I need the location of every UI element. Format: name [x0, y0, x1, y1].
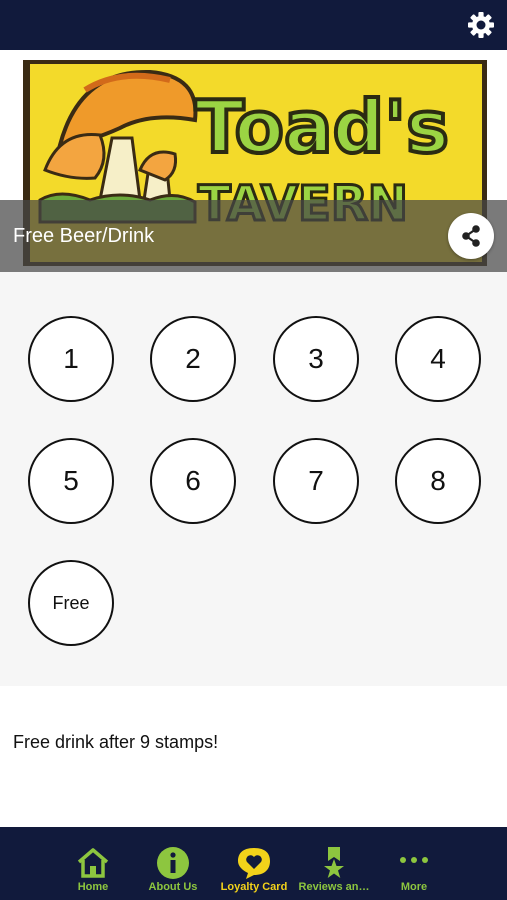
tab-about-us-label: About Us: [148, 881, 198, 893]
stamp-3[interactable]: 3: [273, 316, 359, 402]
tab-more[interactable]: More: [374, 827, 454, 900]
stamp-4[interactable]: 4: [395, 316, 481, 402]
stamp-6[interactable]: 6: [150, 438, 236, 524]
tab-reviews[interactable]: Reviews an…: [294, 827, 374, 900]
tab-loyalty-card-label: Loyalty Card: [220, 881, 288, 893]
stamp-8[interactable]: 8: [395, 438, 481, 524]
loyalty-info: Free drink after 9 stamps!: [0, 686, 507, 827]
share-icon: [462, 225, 480, 247]
tab-loyalty-card[interactable]: Loyalty Card: [214, 827, 294, 900]
ribbon-star-icon: [324, 847, 344, 878]
tab-about-us[interactable]: About Us: [133, 827, 213, 900]
tab-home-label: Home: [77, 881, 109, 893]
stamp-7[interactable]: 7: [273, 438, 359, 524]
gear-icon: [468, 12, 494, 38]
card-title: Free Beer/Drink: [13, 225, 155, 247]
bottom-tab-bar: Home About Us Loyalty Card Reviews an… M…: [0, 827, 507, 900]
stamp-grid: 1 2 3 4 5 6 7 8 Free: [0, 272, 507, 686]
hero-caption-bar: Free Beer/Drink: [0, 200, 507, 272]
stamp-1[interactable]: 1: [28, 316, 114, 402]
more-dots-icon: [400, 857, 428, 863]
stamp-free[interactable]: Free: [28, 560, 114, 646]
stamp-2[interactable]: 2: [150, 316, 236, 402]
share-button[interactable]: [448, 213, 494, 259]
info-icon: [157, 847, 189, 879]
settings-button[interactable]: [467, 11, 495, 39]
loyalty-description: Free drink after 9 stamps!: [13, 732, 219, 752]
top-nav-bar: [0, 0, 507, 50]
hero-banner: Toad's TAVERN Free Beer/Drink: [0, 50, 507, 272]
home-icon: [77, 848, 109, 878]
tab-more-label: More: [400, 881, 428, 893]
stamp-5[interactable]: 5: [28, 438, 114, 524]
tab-reviews-label: Reviews an…: [298, 881, 370, 893]
logo-title: Toad's: [195, 85, 449, 169]
heart-badge-icon: [238, 848, 270, 879]
tab-home[interactable]: Home: [53, 827, 133, 900]
